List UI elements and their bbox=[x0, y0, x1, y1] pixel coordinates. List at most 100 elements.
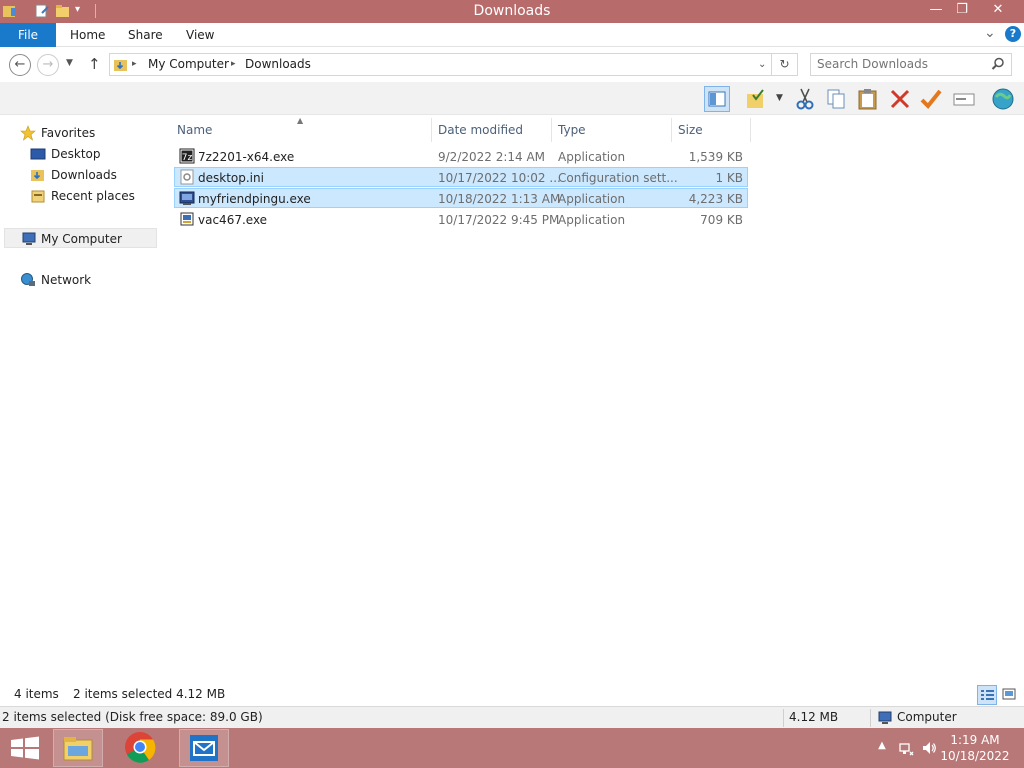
breadcrumb-my-computer[interactable]: My Computer bbox=[148, 57, 229, 71]
clock-time: 1:19 AM bbox=[950, 733, 1000, 747]
file-date: 10/18/2022 1:13 AM bbox=[438, 192, 561, 206]
svg-text:7z: 7z bbox=[182, 153, 193, 163]
file-type: Configuration sett... bbox=[558, 171, 678, 185]
column-date-modified[interactable]: Date modified bbox=[438, 120, 523, 140]
7zip-icon: 7z bbox=[179, 148, 195, 164]
command-toolbar: ▼ bbox=[0, 82, 1024, 115]
globe-icon[interactable] bbox=[990, 86, 1016, 112]
show-hidden-icons[interactable]: ▲ bbox=[874, 740, 890, 756]
details-bar: 2 items selected (Disk free space: 89.0 … bbox=[0, 706, 1024, 728]
nav-favorites-label: Favorites bbox=[41, 126, 96, 140]
file-type: Application bbox=[558, 213, 626, 227]
search-box[interactable] bbox=[810, 53, 1012, 76]
nav-network[interactable]: Network bbox=[20, 270, 150, 290]
selection-summary: 2 items selected 4.12 MB bbox=[73, 687, 226, 701]
tab-share[interactable]: Share bbox=[114, 23, 177, 47]
paste-icon[interactable] bbox=[855, 86, 881, 112]
clock-date: 10/18/2022 bbox=[940, 749, 1010, 763]
rename-icon[interactable] bbox=[951, 86, 977, 112]
taskbar: ▲ 1:19 AM 10/18/2022 bbox=[0, 728, 1024, 768]
tab-file[interactable]: File bbox=[0, 23, 56, 47]
settings-file-icon bbox=[180, 169, 194, 185]
file-name: myfriendpingu.exe bbox=[198, 192, 311, 206]
tab-home[interactable]: Home bbox=[56, 23, 119, 47]
column-separator[interactable] bbox=[750, 118, 751, 142]
help-icon[interactable]: ? bbox=[1005, 26, 1021, 42]
copy-icon[interactable] bbox=[823, 86, 849, 112]
title-bar: ▾ Downloads — ❐ ✕ bbox=[0, 0, 1024, 23]
chrome-taskbar-button[interactable] bbox=[116, 729, 166, 767]
nav-downloads[interactable]: Downloads bbox=[30, 165, 150, 185]
column-separator[interactable] bbox=[431, 118, 432, 142]
file-size: 4,223 KB bbox=[688, 192, 743, 206]
file-row[interactable]: 7z 7z2201-x64.exe 9/2/2022 2:14 AM Appli… bbox=[174, 146, 748, 166]
nav-desktop-label: Desktop bbox=[51, 147, 101, 161]
nav-downloads-label: Downloads bbox=[51, 168, 117, 182]
nav-desktop[interactable]: Desktop bbox=[30, 144, 150, 164]
details-divider bbox=[783, 709, 784, 727]
search-input[interactable] bbox=[817, 57, 987, 71]
view-dropdown-icon[interactable]: ▼ bbox=[776, 93, 783, 103]
nav-my-computer[interactable]: My Computer bbox=[4, 228, 157, 248]
downloads-folder-icon bbox=[31, 170, 44, 181]
back-button[interactable]: ← bbox=[9, 54, 31, 76]
ribbon-tabs: File Home Share View ⌄ ? bbox=[0, 23, 1024, 47]
column-separator[interactable] bbox=[551, 118, 552, 142]
column-separator[interactable] bbox=[671, 118, 672, 142]
file-explorer-taskbar-button[interactable] bbox=[53, 729, 103, 767]
tab-view[interactable]: View bbox=[172, 23, 228, 47]
checkmark-icon[interactable] bbox=[918, 86, 944, 112]
volume-icon[interactable] bbox=[921, 740, 937, 756]
nav-favorites[interactable]: Favorites bbox=[20, 123, 150, 143]
file-date: 10/17/2022 10:02 ... bbox=[438, 171, 561, 185]
close-button[interactable]: ✕ bbox=[972, 0, 1024, 21]
nav-recent-label: Recent places bbox=[51, 189, 135, 203]
address-dropdown-icon[interactable]: ⌄ bbox=[758, 59, 766, 70]
refresh-button[interactable]: ↻ bbox=[772, 53, 798, 76]
select-folder-icon[interactable] bbox=[744, 86, 770, 112]
mail-taskbar-button[interactable] bbox=[179, 729, 229, 767]
address-row: ← → ▼ ↑ ▸ My Computer ▸ Downloads ⌄ ↻ bbox=[0, 48, 1024, 82]
item-count: 4 items bbox=[14, 687, 59, 701]
recent-places-icon bbox=[31, 190, 45, 203]
breadcrumb-downloads[interactable]: Downloads bbox=[245, 57, 311, 71]
preview-pane-icon[interactable] bbox=[704, 86, 730, 112]
sort-ascending-icon: ▲ bbox=[297, 116, 304, 125]
column-type[interactable]: Type bbox=[558, 120, 586, 140]
column-name[interactable]: Name bbox=[177, 120, 212, 140]
file-name: 7z2201-x64.exe bbox=[198, 150, 295, 164]
file-name: desktop.ini bbox=[198, 171, 264, 185]
search-icon[interactable] bbox=[991, 57, 1005, 71]
column-size[interactable]: Size bbox=[678, 120, 703, 140]
file-size: 1 KB bbox=[715, 171, 743, 185]
large-icons-view-icon[interactable] bbox=[1000, 685, 1020, 705]
file-name: vac467.exe bbox=[198, 213, 268, 227]
selected-size: 4.12 MB bbox=[789, 710, 839, 724]
file-row[interactable]: vac467.exe 10/17/2022 9:45 PM Applicatio… bbox=[174, 209, 748, 229]
downloads-folder-icon bbox=[114, 60, 127, 71]
file-row[interactable]: desktop.ini 10/17/2022 10:02 ... Configu… bbox=[174, 167, 748, 187]
recent-locations-icon[interactable]: ▼ bbox=[66, 58, 73, 68]
nav-recent-places[interactable]: Recent places bbox=[30, 186, 155, 206]
file-row[interactable]: myfriendpingu.exe 10/18/2022 1:13 AM App… bbox=[174, 188, 748, 208]
breadcrumb-arrow-icon[interactable]: ▸ bbox=[132, 59, 137, 69]
delete-icon[interactable] bbox=[887, 86, 913, 112]
computer-icon bbox=[22, 232, 36, 245]
cut-icon[interactable] bbox=[792, 86, 818, 112]
system-clock[interactable]: 1:19 AM 10/18/2022 bbox=[940, 732, 1010, 764]
network-tray-icon[interactable] bbox=[898, 740, 914, 756]
installer-icon bbox=[180, 212, 194, 226]
breadcrumb-arrow-icon[interactable]: ▸ bbox=[231, 59, 236, 69]
forward-button[interactable]: → bbox=[37, 54, 59, 76]
address-bar[interactable]: ▸ My Computer ▸ Downloads ⌄ bbox=[109, 53, 772, 76]
disk-free-space: 2 items selected (Disk free space: 89.0 … bbox=[2, 710, 263, 724]
up-button[interactable]: ↑ bbox=[88, 55, 101, 73]
expand-ribbon-icon[interactable]: ⌄ bbox=[984, 25, 996, 41]
file-date: 9/2/2022 2:14 AM bbox=[438, 150, 546, 164]
navigation-pane: Favorites Desktop Downloads Recent place… bbox=[0, 116, 160, 684]
details-view-icon[interactable] bbox=[977, 685, 997, 705]
nav-computer-label: My Computer bbox=[41, 232, 122, 246]
file-size: 709 KB bbox=[700, 213, 743, 227]
desktop-icon bbox=[30, 148, 46, 160]
start-button[interactable] bbox=[0, 729, 50, 767]
